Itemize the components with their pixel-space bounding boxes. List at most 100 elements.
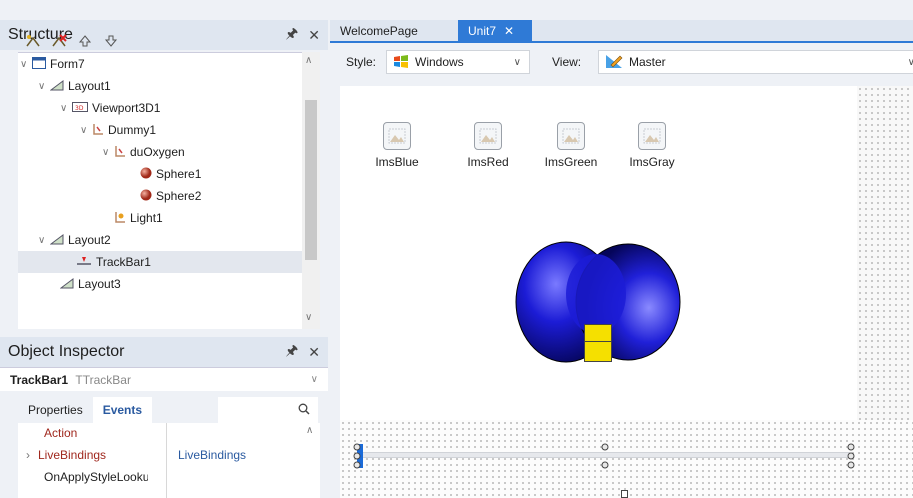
style-value: Windows [415,55,464,69]
layout-icon [59,277,74,292]
scroll-up-icon[interactable]: ∧ [305,55,312,66]
component-imsgray[interactable]: ImsGray [617,122,687,169]
event-value[interactable]: LiveBindings [168,448,246,462]
component-imsblue[interactable]: ImsBlue [362,122,432,169]
selection-handle-left[interactable] [352,443,362,469]
inspector-search[interactable] [218,397,318,423]
component-imsred[interactable]: ImsRed [453,122,523,169]
inspector-tabs: Properties Events [0,395,328,423]
tree-node-label: Viewport3D1 [92,101,161,115]
tree-node[interactable]: ∨ Dummy1 [80,119,156,141]
pencil-icon [605,53,623,72]
inspector-header: Object Inspector 🖈 ✕ [0,337,328,367]
component-imsgreen[interactable]: ImsGreen [536,122,606,169]
imagelist-icon [638,122,666,150]
pin-icon[interactable]: 🖈 [285,23,298,47]
inspector-row[interactable]: OnApplyStyleLookup [18,467,320,487]
selection-handle-middle[interactable] [600,443,610,469]
search-icon[interactable] [298,403,310,418]
inspector-title: Object Inspector [8,343,125,360]
event-name: Action [44,426,78,440]
scroll-down-icon[interactable]: ∨ [305,312,312,323]
tree-node-selected[interactable]: TrackBar1 [18,251,320,273]
move-up-icon[interactable] [76,32,94,50]
tree-node[interactable]: Light1 [102,207,163,229]
chevron-down-icon[interactable]: ∨ [514,57,521,68]
structure-toolbar-row [24,30,120,52]
event-name: LiveBindings [38,448,107,462]
tree-node[interactable]: ∨ Layout2 [38,229,111,251]
structure-tree: ∨ Form7 ∨ Layout1 ∨ 3D Viewport3D1 ∨ Dum… [18,52,320,329]
layout2-area[interactable] [340,420,913,498]
selection-handle-right[interactable] [846,443,856,469]
viewport3d-icon: 3D [72,101,88,115]
tree-node[interactable]: ∨ Form7 [20,53,85,75]
view-label: View: [552,55,582,69]
chevron-down-icon[interactable]: ∨ [102,147,114,158]
style-combobox[interactable]: Windows ∨ [386,50,530,74]
chevron-down-icon[interactable]: ∨ [20,59,32,70]
tree-node[interactable]: ∨ 3D Viewport3D1 [60,97,160,119]
component-label: ImsRed [467,155,509,169]
component-label: ImsGray [629,155,675,169]
inspector-object-selector[interactable]: TrackBar1 TTrackBar ∨ [0,367,328,391]
grid-area-right [857,86,913,420]
layout-icon [49,233,64,248]
chevron-down-icon[interactable]: ∨ [80,125,92,136]
view-combobox[interactable]: Master ∨ [598,50,913,74]
close-icon[interactable]: ✕ [504,24,514,38]
chevron-down-icon[interactable]: ∨ [60,103,72,114]
tree-node[interactable]: Layout3 [59,273,121,295]
tab-events[interactable]: Events [92,397,153,423]
selected-object-name: TrackBar1 [10,372,69,387]
chevron-down-icon[interactable]: ∨ [311,374,318,385]
delete-item-icon[interactable] [50,32,68,50]
event-name: OnApplyStyleLookup [44,470,148,484]
add-item-icon[interactable] [24,32,42,50]
sphere-icon [140,167,152,182]
trackbar-thumb-3d-box[interactable] [584,324,612,362]
tree-node-label: Dummy1 [108,123,157,137]
style-label: Style: [346,55,377,69]
grid-divider [166,423,167,498]
close-icon[interactable]: ✕ [308,344,320,361]
resize-handle[interactable] [621,490,628,498]
tree-node-label: Light1 [130,211,163,225]
inspector-row[interactable]: Action [18,423,320,443]
tree-node-label: Sphere1 [156,167,202,181]
chevron-down-icon[interactable]: ∨ [908,57,913,68]
tab-label: Unit7 [468,24,497,38]
svg-text:3D: 3D [75,105,84,112]
tree-node-label: Sphere2 [156,189,202,203]
chevron-down-icon[interactable]: ∨ [38,235,50,246]
dummy-icon [114,145,126,160]
tab-welcomepage[interactable]: WelcomePage [330,20,456,42]
layout-icon [49,79,64,94]
sphere-icon [140,189,152,204]
tab-unit7[interactable]: Unit7 ✕ [458,20,532,42]
selected-object-type: TTrackBar [75,372,131,387]
form-icon [32,56,46,72]
scroll-up-icon[interactable]: ∧ [306,425,313,436]
tree-node[interactable]: ∨ Layout1 [38,75,111,97]
tree-node[interactable]: Sphere2 [140,185,201,207]
tree-node[interactable]: ∨ duOxygen [102,141,185,163]
close-icon[interactable]: ✕ [308,27,320,44]
component-label: ImsBlue [375,155,419,169]
pin-icon[interactable]: 🖈 [285,340,298,364]
tab-properties[interactable]: Properties [18,397,93,423]
inspector-row[interactable]: › LiveBindings LiveBindings [18,445,320,465]
inspector-grid: Action › LiveBindings LiveBindings OnAppl… [18,423,320,498]
tree-node-label: Layout1 [68,79,111,93]
box-divider [584,341,612,342]
tree-node[interactable]: Sphere1 [140,163,201,185]
imagelist-icon [474,122,502,150]
tree-node-label: Layout2 [68,233,111,247]
chevron-down-icon[interactable]: ∨ [38,81,50,92]
move-down-icon[interactable] [102,32,120,50]
imagelist-icon [557,122,585,150]
chevron-right-icon[interactable]: › [26,448,30,462]
tree-node-label: TrackBar1 [96,255,151,269]
tree-scroll-thumb[interactable] [305,100,317,260]
trackbar-icon [76,255,92,270]
